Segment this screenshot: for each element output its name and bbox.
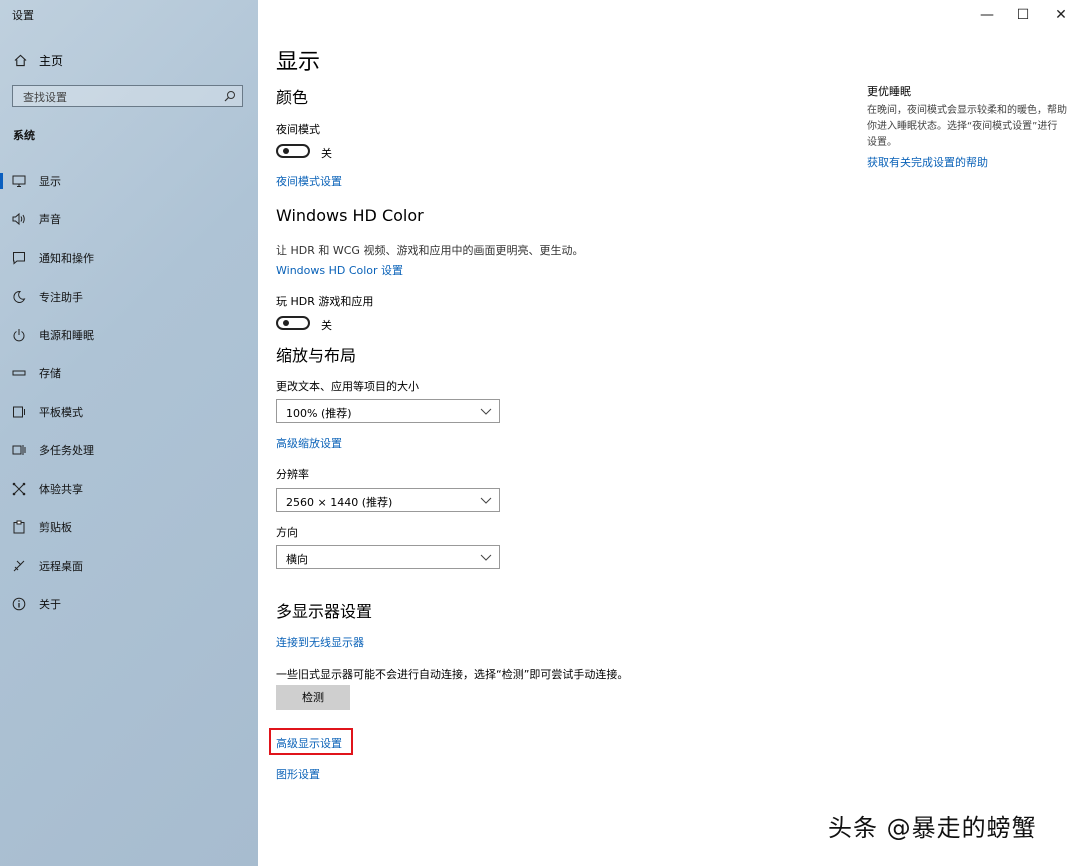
night-mode-state: 关 bbox=[321, 147, 332, 160]
section-label-system: 系统 bbox=[13, 129, 35, 142]
notification-icon bbox=[12, 251, 26, 265]
orientation-select[interactable]: 横向 bbox=[276, 545, 500, 569]
help-link[interactable]: 获取有关完成设置的帮助 bbox=[867, 154, 988, 170]
detect-button[interactable]: 检测 bbox=[276, 685, 350, 710]
storage-icon bbox=[12, 366, 26, 380]
sidebar-item-label: 电源和睡眠 bbox=[39, 329, 94, 342]
sidebar-item-focus-assist[interactable]: 专注助手 bbox=[0, 286, 258, 308]
orientation-label: 方向 bbox=[276, 526, 298, 539]
hdr-heading: Windows HD Color bbox=[276, 206, 424, 225]
advanced-display-settings-link[interactable]: 高级显示设置 bbox=[276, 735, 342, 751]
night-mode-settings-link[interactable]: 夜间模式设置 bbox=[276, 173, 342, 189]
toggle-knob bbox=[283, 320, 289, 326]
select-value: 2560 × 1440 (推荐) bbox=[286, 496, 393, 509]
detect-description: 一些旧式显示器可能不会进行自动连接，选择“检测”即可尝试手动连接。 bbox=[276, 668, 629, 681]
color-heading: 颜色 bbox=[276, 88, 309, 107]
tablet-icon bbox=[12, 405, 26, 419]
chevron-down-icon bbox=[480, 497, 492, 504]
page-title: 显示 bbox=[276, 50, 321, 75]
app-title: 设置 bbox=[12, 9, 34, 22]
chevron-down-icon bbox=[480, 554, 492, 561]
main-panel: — ☐ ✕ 显示 颜色 夜间模式 关 夜间模式设置 Windows HD Col… bbox=[258, 0, 1080, 866]
search-box[interactable]: 查找设置 bbox=[12, 85, 243, 107]
toggle-knob bbox=[283, 148, 289, 154]
clipboard-icon bbox=[12, 520, 26, 534]
sidebar-item-clipboard[interactable]: 剪贴板 bbox=[0, 516, 258, 538]
sidebar-item-display[interactable]: 显示 bbox=[0, 170, 258, 192]
multi-display-heading: 多显示器设置 bbox=[276, 602, 373, 621]
sidebar-item-about[interactable]: 关于 bbox=[0, 593, 258, 615]
sidebar: 设置 主页 查找设置 系统 显示 声音 通知和操作 专注助手 电源和睡眠 存储 … bbox=[0, 0, 258, 866]
night-mode-label: 夜间模式 bbox=[276, 123, 320, 136]
resolution-label: 分辨率 bbox=[276, 468, 309, 481]
scale-layout-heading: 缩放与布局 bbox=[276, 346, 357, 365]
sleep-tip-title: 更优睡眠 bbox=[867, 85, 911, 98]
night-mode-toggle[interactable] bbox=[276, 144, 310, 158]
advanced-scaling-link[interactable]: 高级缩放设置 bbox=[276, 435, 342, 451]
home-link[interactable]: 主页 bbox=[14, 52, 63, 68]
sidebar-item-label: 声音 bbox=[39, 213, 61, 226]
wireless-display-link[interactable]: 连接到无线显示器 bbox=[276, 634, 364, 650]
search-icon[interactable] bbox=[224, 90, 236, 102]
sidebar-item-power-sleep[interactable]: 电源和睡眠 bbox=[0, 324, 258, 346]
sidebar-item-label: 关于 bbox=[39, 598, 61, 611]
power-icon bbox=[12, 328, 26, 342]
moon-icon bbox=[12, 290, 26, 304]
sidebar-item-tablet-mode[interactable]: 平板模式 bbox=[0, 401, 258, 423]
close-button[interactable]: ✕ bbox=[1054, 8, 1068, 22]
sidebar-item-multitasking[interactable]: 多任务处理 bbox=[0, 439, 258, 461]
text-size-label: 更改文本、应用等项目的大小 bbox=[276, 380, 419, 393]
sidebar-item-label: 存储 bbox=[39, 367, 61, 380]
sidebar-item-label: 体验共享 bbox=[39, 483, 83, 496]
multitask-icon bbox=[12, 443, 26, 457]
play-hdr-state: 关 bbox=[321, 319, 332, 332]
graphics-settings-link[interactable]: 图形设置 bbox=[276, 766, 320, 782]
sidebar-item-storage[interactable]: 存储 bbox=[0, 362, 258, 384]
sidebar-item-label: 专注助手 bbox=[39, 291, 83, 304]
home-label: 主页 bbox=[39, 53, 64, 68]
home-icon bbox=[14, 54, 27, 66]
minimize-button[interactable]: — bbox=[980, 8, 994, 22]
sidebar-item-label: 显示 bbox=[39, 175, 61, 188]
watermark: 头条 @暴走的螃蟹 bbox=[828, 814, 1037, 842]
sidebar-item-notifications[interactable]: 通知和操作 bbox=[0, 247, 258, 269]
play-hdr-toggle[interactable] bbox=[276, 316, 310, 330]
sidebar-item-shared-experiences[interactable]: 体验共享 bbox=[0, 478, 258, 500]
sidebar-item-label: 多任务处理 bbox=[39, 444, 94, 457]
sidebar-item-label: 远程桌面 bbox=[39, 560, 83, 573]
search-input[interactable]: 查找设置 bbox=[23, 89, 67, 105]
sidebar-item-label: 剪贴板 bbox=[39, 521, 72, 534]
sidebar-item-remote-desktop[interactable]: 远程桌面 bbox=[0, 555, 258, 577]
hd-color-settings-link[interactable]: Windows HD Color 设置 bbox=[276, 262, 403, 278]
sleep-tip-description: 在晚间，夜间模式会显示较柔和的暖色，帮助你进入睡眠状态。选择“夜间模式设置”进行… bbox=[867, 105, 1067, 148]
select-value: 100% (推荐) bbox=[286, 407, 352, 420]
monitor-icon bbox=[12, 174, 26, 188]
remote-icon bbox=[12, 559, 26, 573]
resolution-select[interactable]: 2560 × 1440 (推荐) bbox=[276, 488, 500, 512]
text-size-select[interactable]: 100% (推荐) bbox=[276, 399, 500, 423]
chevron-down-icon bbox=[480, 408, 492, 415]
select-value: 横向 bbox=[286, 553, 308, 566]
sidebar-item-label: 通知和操作 bbox=[39, 252, 94, 265]
speaker-icon bbox=[12, 212, 26, 226]
sidebar-item-sound[interactable]: 声音 bbox=[0, 208, 258, 230]
share-icon bbox=[12, 482, 26, 496]
hdr-description: 让 HDR 和 WCG 视频、游戏和应用中的画面更明亮、更生动。 bbox=[276, 244, 584, 257]
sidebar-item-label: 平板模式 bbox=[39, 406, 83, 419]
maximize-button[interactable]: ☐ bbox=[1016, 8, 1030, 22]
info-icon bbox=[12, 597, 26, 611]
play-hdr-label: 玩 HDR 游戏和应用 bbox=[276, 295, 374, 308]
